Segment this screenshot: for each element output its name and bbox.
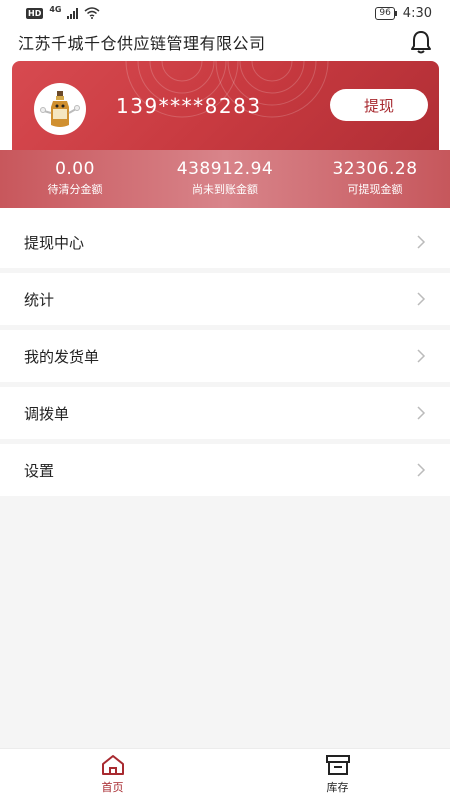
stat-value: 438912.94	[176, 159, 274, 179]
tab-home[interactable]: 首页	[0, 749, 225, 800]
phone-number: 139****8283	[116, 94, 262, 118]
menu-item-withdraw-center[interactable]: 提现中心	[0, 216, 450, 268]
menu-item-label: 统计	[24, 290, 55, 309]
wifi-icon	[84, 7, 100, 19]
tab-label: 首页	[101, 781, 124, 794]
stat-value: 0.00	[55, 159, 95, 179]
stat-label: 尚未到账金额	[192, 183, 258, 196]
stat-value: 32306.28	[332, 159, 418, 179]
stat-label: 待清分金额	[47, 183, 103, 196]
stat-withdrawable: 32306.28 可提现金额	[300, 150, 450, 208]
network-type: 4G	[49, 4, 62, 14]
battery-icon: 96	[375, 6, 398, 20]
menu-item-label: 设置	[24, 461, 55, 480]
chevron-right-icon	[417, 349, 426, 363]
stat-not-received: 438912.94 尚未到账金额	[150, 150, 300, 208]
bell-icon[interactable]	[410, 30, 432, 54]
archive-box-icon	[325, 755, 350, 775]
clock: 4:30	[402, 5, 432, 21]
menu-item-statistics[interactable]: 统计	[0, 273, 450, 325]
chevron-right-icon	[417, 292, 426, 306]
withdraw-button[interactable]: 提现	[330, 89, 428, 121]
bottle-mascot-avatar	[40, 91, 80, 127]
status-bar: HD 4G 96 4:30	[0, 0, 450, 26]
app-header: 江苏千城千仓供应链管理有限公司	[0, 26, 450, 58]
stat-label: 可提现金额	[347, 183, 403, 196]
stat-pending-settlement: 0.00 待清分金额	[0, 150, 150, 208]
menu-item-settings[interactable]: 设置	[0, 444, 450, 496]
hd-badge: HD	[26, 7, 44, 19]
signal-icon	[67, 7, 79, 19]
tab-label: 库存	[326, 781, 349, 794]
home-icon	[101, 755, 124, 775]
menu-item-label: 我的发货单	[24, 347, 100, 366]
menu-item-my-shipments[interactable]: 我的发货单	[0, 330, 450, 382]
menu-item-label: 调拨单	[24, 404, 70, 423]
balance-stats: 0.00 待清分金额 438912.94 尚未到账金额 32306.28 可提现…	[0, 150, 450, 208]
status-right: 96 4:30	[375, 6, 432, 21]
chevron-right-icon	[417, 235, 426, 249]
tab-inventory[interactable]: 库存	[225, 749, 450, 800]
company-name: 江苏千城千仓供应链管理有限公司	[18, 34, 266, 53]
account-card: 139****8283 提现	[12, 61, 439, 153]
menu-item-transfer-orders[interactable]: 调拨单	[0, 387, 450, 439]
status-left: HD 4G	[26, 4, 100, 19]
avatar[interactable]	[34, 83, 86, 135]
chevron-right-icon	[417, 463, 426, 477]
chevron-right-icon	[417, 406, 426, 420]
menu-item-label: 提现中心	[24, 233, 85, 252]
menu-list: 提现中心 统计 我的发货单 调拨单 设置	[0, 216, 450, 501]
bottom-tab-bar: 首页 库存	[0, 748, 450, 800]
